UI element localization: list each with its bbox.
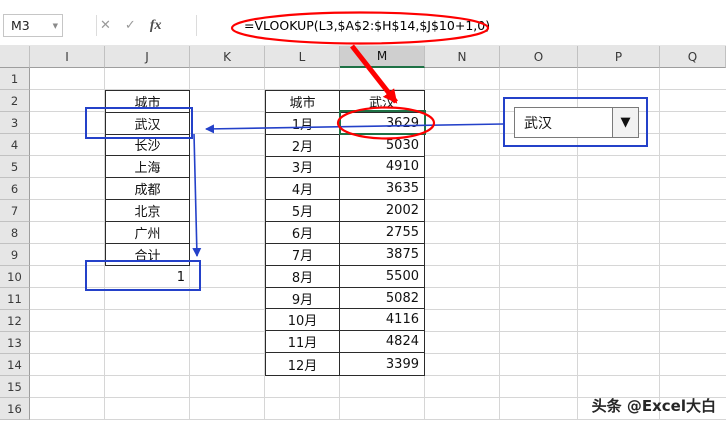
row-header-7[interactable]: 7 bbox=[0, 200, 30, 222]
selected-cell-border-M3 bbox=[339, 110, 426, 135]
city-dropdown-button[interactable]: ▼ bbox=[613, 107, 639, 138]
value-cell[interactable]: 2002 bbox=[340, 200, 424, 223]
name-box-dropdown-icon[interactable]: ▼ bbox=[53, 22, 58, 30]
dropdown-annotation-box: 武汉 ▼ bbox=[503, 97, 648, 147]
row-header-5[interactable]: 5 bbox=[0, 156, 30, 178]
row-header-10[interactable]: 10 bbox=[0, 266, 30, 288]
city-cell[interactable]: 长沙 bbox=[106, 135, 189, 157]
column-header-Q[interactable]: Q bbox=[660, 46, 726, 68]
value-cell[interactable]: 3635 bbox=[340, 178, 424, 201]
select-all-corner[interactable] bbox=[0, 46, 30, 68]
column-header-K[interactable]: K bbox=[190, 46, 265, 68]
month-cell[interactable]: 3月 bbox=[266, 156, 340, 179]
city-cell[interactable]: 成都 bbox=[106, 178, 189, 200]
column-header-N[interactable]: N bbox=[425, 46, 500, 68]
row-header-3[interactable]: 3 bbox=[0, 112, 30, 134]
month-cell[interactable]: 10月 bbox=[266, 309, 340, 332]
watermark: 头条 @Excel大白 bbox=[591, 397, 716, 415]
city-table: 城市 武汉 长沙 上海 成都 北京 广州 合计 bbox=[105, 90, 190, 267]
dropdown-arrow-icon: ▼ bbox=[620, 115, 631, 130]
month-cell[interactable]: 7月 bbox=[266, 243, 340, 266]
month-cell[interactable]: 2月 bbox=[266, 134, 340, 157]
row-header-13[interactable]: 13 bbox=[0, 332, 30, 354]
row-header-14[interactable]: 14 bbox=[0, 354, 30, 376]
month-cell[interactable]: 1月 bbox=[266, 112, 340, 135]
city-dropdown[interactable]: 武汉 ▼ bbox=[514, 107, 639, 138]
month-cell[interactable]: 4月 bbox=[266, 178, 340, 201]
name-box-value: M3 bbox=[11, 18, 30, 33]
row-header-12[interactable]: 12 bbox=[0, 310, 30, 332]
column-headers: I J K L M N O P Q bbox=[0, 46, 726, 68]
value-cell[interactable]: 4824 bbox=[340, 331, 424, 354]
row-header-9[interactable]: 9 bbox=[0, 244, 30, 266]
row-header-1[interactable]: 1 bbox=[0, 68, 30, 90]
value-cell[interactable]: 2755 bbox=[340, 222, 424, 244]
city-dropdown-value: 武汉 bbox=[514, 107, 613, 138]
name-box[interactable]: M3 ▼ bbox=[3, 14, 63, 37]
row-header-8[interactable]: 8 bbox=[0, 222, 30, 244]
formula-bar[interactable]: =VLOOKUP(L3,$A$2:$H$14,$J$10+1,0) bbox=[200, 14, 726, 37]
value-cell[interactable]: 5030 bbox=[340, 135, 424, 157]
column-header-P[interactable]: P bbox=[578, 46, 660, 68]
value-cell[interactable]: 5500 bbox=[340, 266, 424, 288]
toolbar-separator bbox=[196, 15, 197, 36]
toolbar-separator bbox=[96, 15, 97, 36]
cancel-icon[interactable]: ✕ bbox=[100, 18, 111, 33]
index-cell-J10[interactable]: 1 bbox=[105, 266, 190, 288]
month-cell[interactable]: 12月 bbox=[266, 353, 340, 375]
formula-buttons: ✕ ✓ fx bbox=[100, 14, 161, 37]
value-cell[interactable]: 4116 bbox=[340, 309, 424, 332]
value-cell[interactable]: 3875 bbox=[340, 244, 424, 266]
value-cell[interactable]: 5082 bbox=[340, 288, 424, 310]
row-header-15[interactable]: 15 bbox=[0, 376, 30, 398]
city-cell[interactable]: 上海 bbox=[106, 156, 189, 179]
city-cell[interactable]: 广州 bbox=[106, 222, 189, 244]
formula-text: =VLOOKUP(L3,$A$2:$H$14,$J$10+1,0) bbox=[244, 18, 491, 33]
enter-icon[interactable]: ✓ bbox=[125, 18, 136, 33]
column-header-L[interactable]: L bbox=[265, 46, 340, 68]
month-cell[interactable]: 8月 bbox=[266, 265, 340, 288]
column-header-J[interactable]: J bbox=[105, 46, 190, 68]
row-header-16[interactable]: 16 bbox=[0, 398, 30, 420]
row-header-2[interactable]: 2 bbox=[0, 90, 30, 112]
excel-window: M3 ▼ ✕ ✓ fx =VLOOKUP(L3,$A$2:$H$14,$J$10… bbox=[0, 0, 726, 422]
insert-function-icon[interactable]: fx bbox=[150, 18, 162, 34]
value-cell[interactable]: 3399 bbox=[340, 353, 424, 375]
month-cell[interactable]: 5月 bbox=[266, 200, 340, 223]
row-header-4[interactable]: 4 bbox=[0, 134, 30, 156]
city-cell[interactable]: 北京 bbox=[106, 200, 189, 222]
month-cell[interactable]: 11月 bbox=[266, 331, 340, 354]
month-table-header-city[interactable]: 城市 bbox=[266, 91, 340, 113]
row-headers: 1 2 3 4 5 6 7 8 9 10 11 12 13 14 15 16 bbox=[0, 68, 30, 420]
city-cell[interactable]: 合计 bbox=[106, 244, 189, 266]
column-header-I[interactable]: I bbox=[30, 46, 105, 68]
row-header-11[interactable]: 11 bbox=[0, 288, 30, 310]
month-cell[interactable]: 9月 bbox=[266, 287, 340, 310]
row-header-6[interactable]: 6 bbox=[0, 178, 30, 200]
city-cell[interactable]: 武汉 bbox=[106, 113, 189, 135]
column-header-M-selected[interactable]: M bbox=[340, 46, 425, 68]
formula-toolbar: M3 ▼ ✕ ✓ fx =VLOOKUP(L3,$A$2:$H$14,$J$10… bbox=[0, 0, 726, 46]
month-cell[interactable]: 6月 bbox=[266, 222, 340, 244]
city-table-header[interactable]: 城市 bbox=[106, 91, 189, 113]
column-header-O[interactable]: O bbox=[500, 46, 578, 68]
value-cell[interactable]: 4910 bbox=[340, 157, 424, 179]
